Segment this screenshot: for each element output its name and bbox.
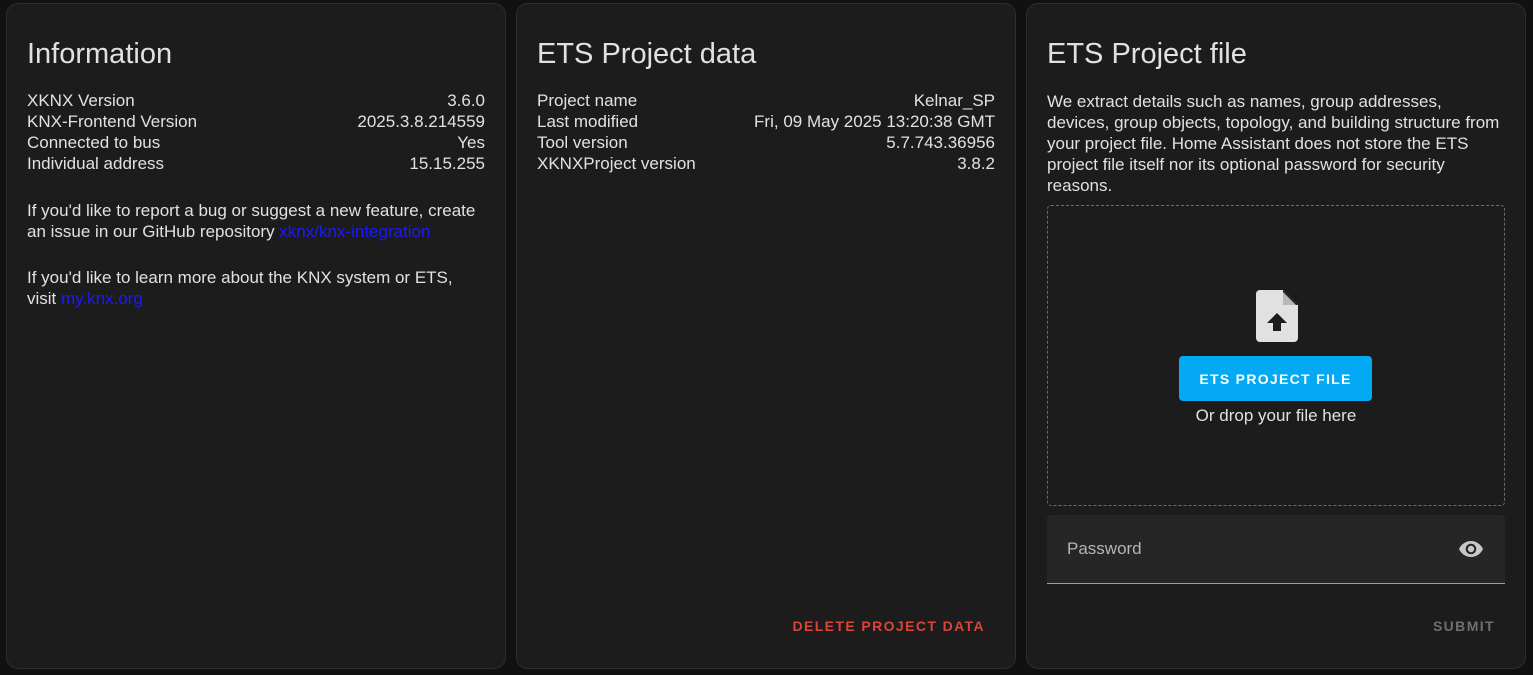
info-value: 3.6.0 [447,91,485,110]
submit-button[interactable]: SUBMIT [1433,618,1495,634]
project-label: Project name [537,91,638,110]
information-card: Information XKNX Version 3.6.0 KNX-Front… [6,3,506,669]
bug-report-paragraph: If you'd like to report a bug or suggest… [27,200,485,242]
knx-site-link[interactable]: my.knx.org [61,289,143,308]
project-data-card: ETS Project data Project name Kelnar_SP … [516,3,1016,669]
project-label: Tool version [537,133,628,152]
information-title: Information [27,38,173,70]
project-file-description: We extract details such as names, group … [1047,92,1500,195]
drop-hint-text: Or drop your file here [1195,406,1357,425]
project-file-title: ETS Project file [1047,38,1247,70]
info-value: 2025.3.8.214559 [357,112,485,131]
project-row-xknxproject-version: XKNXProject version 3.8.2 [537,153,995,174]
project-row-name: Project name Kelnar_SP [537,90,995,111]
project-row-last-modified: Last modified Fri, 09 May 2025 13:20:38 … [537,111,995,132]
info-label: XKNX Version [27,91,135,110]
info-label: KNX-Frontend Version [27,112,198,131]
project-file-card: ETS Project file We extract details such… [1026,3,1526,669]
learn-more-paragraph: If you'd like to learn more about the KN… [27,267,485,309]
info-value: 15.15.255 [409,154,485,173]
eye-icon[interactable] [1459,539,1483,559]
file-upload-icon [1256,290,1298,342]
delete-project-data-button[interactable]: DELETE PROJECT DATA [792,618,985,634]
info-value: Yes [457,133,485,152]
file-drop-zone[interactable]: ETS PROJECT FILE Or drop your file here [1047,205,1505,506]
information-list: XKNX Version 3.6.0 KNX-Frontend Version … [27,90,485,174]
project-label: Last modified [537,112,639,131]
project-value: Kelnar_SP [913,91,995,110]
info-label: Individual address [27,154,165,173]
ets-project-file-button[interactable]: ETS PROJECT FILE [1179,356,1372,401]
password-input[interactable] [1047,515,1505,583]
info-row-individual-address: Individual address 15.15.255 [27,153,485,174]
project-data-list: Project name Kelnar_SP Last modified Fri… [537,90,995,174]
info-row-connected: Connected to bus Yes [27,132,485,153]
project-row-tool-version: Tool version 5.7.743.36956 [537,132,995,153]
project-value: Fri, 09 May 2025 13:20:38 GMT [754,112,995,131]
info-row-xknx-version: XKNX Version 3.6.0 [27,90,485,111]
project-value: 5.7.743.36956 [886,133,995,152]
password-field[interactable] [1047,515,1505,584]
info-label: Connected to bus [27,133,161,152]
project-value: 3.8.2 [957,154,995,173]
github-repo-link[interactable]: xknx/knx-integration [279,222,430,241]
info-row-frontend-version: KNX-Frontend Version 2025.3.8.214559 [27,111,485,132]
project-label: XKNXProject version [537,154,696,173]
project-data-title: ETS Project data [537,38,757,70]
